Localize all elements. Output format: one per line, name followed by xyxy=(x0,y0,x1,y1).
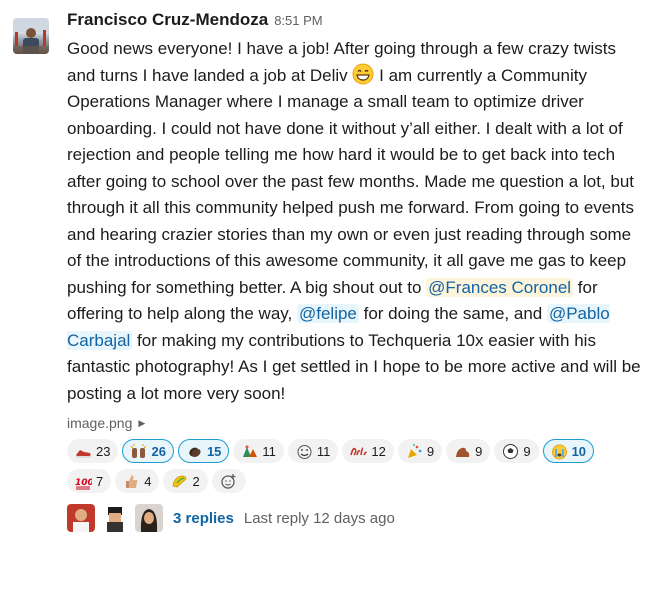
mention-felipe[interactable]: @felipe xyxy=(296,304,359,323)
party-face-icon xyxy=(296,443,313,460)
message-timestamp[interactable]: 8:51 PM xyxy=(274,13,322,28)
reply-avatar[interactable] xyxy=(101,504,129,532)
reaction-count: 2 xyxy=(192,473,200,489)
message-text: for making my contributions to Techqueri… xyxy=(67,330,641,403)
reaction-crying-face[interactable]: 10 xyxy=(542,439,595,463)
dale-icon xyxy=(350,443,368,460)
attachment-toggle[interactable]: image.png ▶ xyxy=(67,413,647,433)
flexed-biceps-icon xyxy=(454,443,471,460)
add-reaction-icon xyxy=(220,473,237,490)
reaction-raised-hands[interactable]: 26 xyxy=(122,439,174,463)
last-reply-text: Last reply 12 days ago xyxy=(243,509,395,527)
reaction-count: 11 xyxy=(262,443,276,459)
sneaker-icon xyxy=(75,443,92,460)
reaction-count: 15 xyxy=(206,443,222,459)
author-avatar[interactable] xyxy=(13,18,49,54)
reaction-hundred-points[interactable]: 100 7 xyxy=(67,469,112,493)
message-body: Good news everyone! I have a job! After … xyxy=(67,36,645,407)
reaction-party-face[interactable]: 11 xyxy=(287,439,339,463)
attachment-name[interactable]: image.png xyxy=(67,415,132,431)
reply-avatar[interactable] xyxy=(135,504,163,532)
reaction-count: 7 xyxy=(96,473,104,489)
thread-summary[interactable]: 3 replies Last reply 12 days ago xyxy=(67,503,647,533)
grinning-face-icon xyxy=(352,63,374,85)
reaction-count: 4 xyxy=(144,473,152,489)
message-text: I am currently a Community Operations Ma… xyxy=(67,65,634,297)
reaction-count: 9 xyxy=(523,443,531,459)
reaction-count: 26 xyxy=(151,443,166,459)
reaction-party-popper[interactable]: 9 xyxy=(397,439,443,463)
mention-frances-coronel[interactable]: @Frances Coronel xyxy=(426,277,574,297)
clapping-hands-icon xyxy=(186,443,203,460)
raised-hands-icon xyxy=(130,443,147,460)
reaction-dale[interactable]: 12 xyxy=(342,439,394,463)
reactions-bar: 23 26 15 11 11 12 9 9 9 10 100 7 4 2 xyxy=(67,439,607,493)
party-people-icon xyxy=(241,443,258,460)
reaction-count: 9 xyxy=(426,443,435,459)
reaction-clapping-hands[interactable]: 15 xyxy=(177,439,230,463)
message-header: Francisco Cruz-Mendoza 8:51 PM xyxy=(67,10,647,34)
hundred-points-icon: 100 xyxy=(75,473,92,490)
reaction-party-people[interactable]: 11 xyxy=(233,439,284,463)
reaction-count: 10 xyxy=(571,443,587,459)
reaction-count: 11 xyxy=(316,443,331,459)
reaction-taco[interactable]: 2 xyxy=(163,469,208,493)
taco-icon xyxy=(171,473,188,490)
party-popper-icon xyxy=(406,443,423,460)
reply-avatar[interactable] xyxy=(67,504,95,532)
reaction-count: 9 xyxy=(475,443,483,459)
reaction-count: 23 xyxy=(96,443,111,459)
reaction-soccer[interactable]: 9 xyxy=(494,439,539,463)
message-text: for doing the same, and xyxy=(358,304,547,323)
crying-face-icon xyxy=(551,443,568,460)
reaction-sneaker[interactable]: 23 xyxy=(67,439,119,463)
reaction-thumbs-up[interactable]: 4 xyxy=(115,469,160,493)
caret-right-icon[interactable]: ▶ xyxy=(138,418,145,429)
soccer-icon xyxy=(502,443,519,460)
replies-link[interactable]: 3 replies xyxy=(173,510,234,527)
reaction-count: 12 xyxy=(371,443,386,459)
add-reaction-button[interactable] xyxy=(211,469,246,493)
author-name[interactable]: Francisco Cruz-Mendoza xyxy=(67,10,268,30)
message: Francisco Cruz-Mendoza 8:51 PM Good news… xyxy=(67,10,647,533)
reaction-flexed-biceps[interactable]: 9 xyxy=(446,439,491,463)
thumbs-up-icon xyxy=(123,473,140,490)
